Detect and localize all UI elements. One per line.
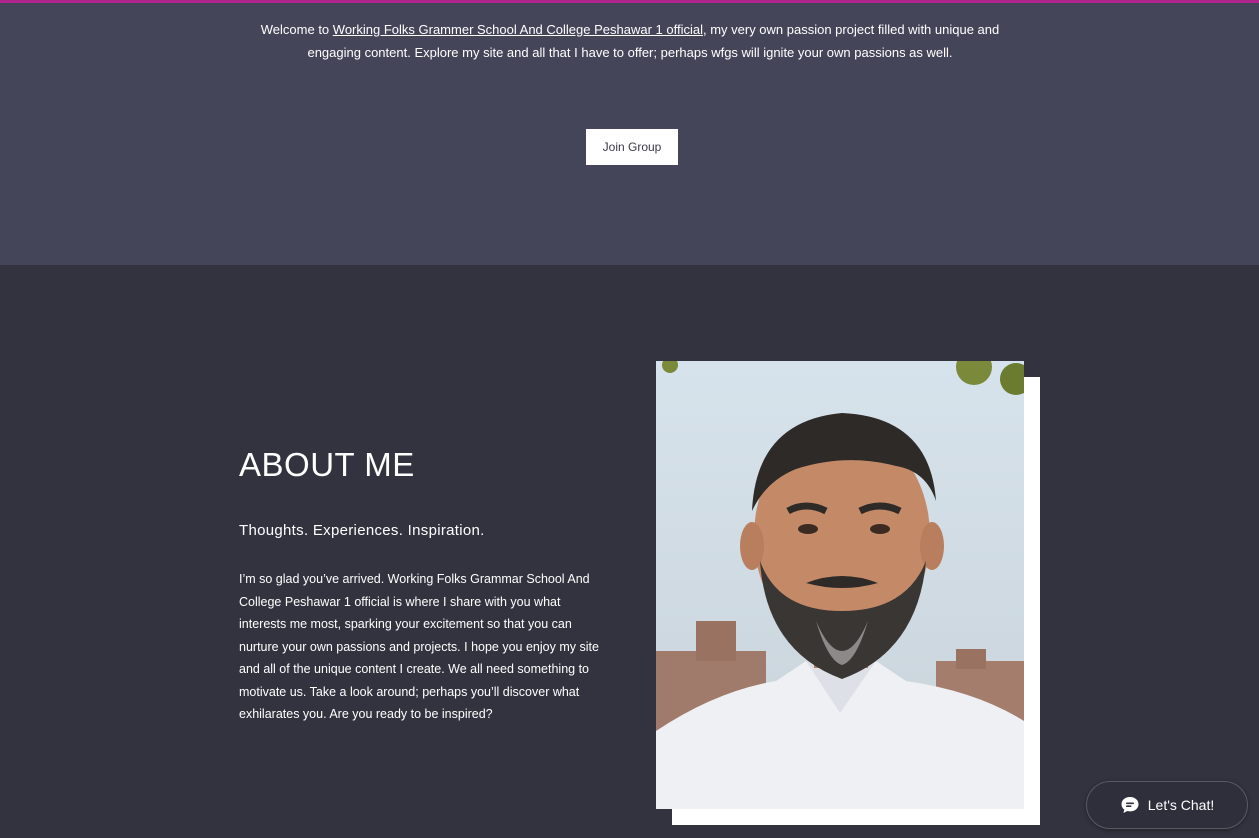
chat-bubble-icon <box>1121 797 1139 813</box>
about-section: ABOUT ME Thoughts. Experiences. Inspirat… <box>0 265 1259 838</box>
welcome-prefix: Welcome to <box>260 22 333 37</box>
top-accent-border <box>0 0 1259 3</box>
join-group-button[interactable]: Join Group <box>586 129 678 165</box>
school-name-link[interactable]: Working Folks Grammer School And College… <box>333 22 703 37</box>
about-subtitle: Thoughts. Experiences. Inspiration. <box>239 522 485 539</box>
lets-chat-button[interactable]: Let's Chat! <box>1086 781 1248 829</box>
profile-photo <box>656 361 1024 809</box>
hero-section: Welcome to Working Folks Grammer School … <box>0 0 1259 265</box>
welcome-text: Welcome to Working Folks Grammer School … <box>240 18 1020 64</box>
chat-label: Let's Chat! <box>1147 797 1215 813</box>
about-body-text: I’m so glad you’ve arrived. Working Folk… <box>239 572 599 721</box>
about-title: ABOUT ME <box>239 446 415 483</box>
